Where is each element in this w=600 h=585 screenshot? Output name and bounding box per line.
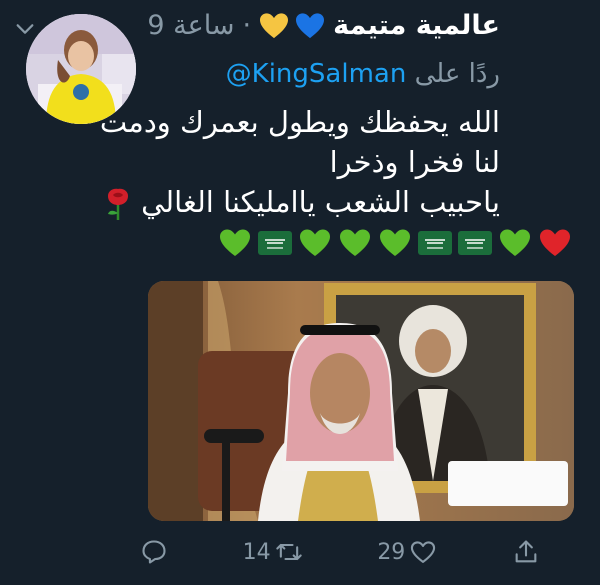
- share-icon: [515, 540, 537, 563]
- retweet-icon: [275, 543, 302, 561]
- retweet-count: 14: [242, 539, 271, 565]
- tweet[interactable]: عالمية متيمة · 9 ساعة ردًا على @KingSalm…: [0, 0, 600, 585]
- tweet-text-line: الله يحفظك ويطول بعمرك ودمت: [99, 105, 500, 139]
- rose-icon: [107, 188, 128, 220]
- yellow-heart-icon: [260, 13, 289, 39]
- blue-heart-icon: [296, 13, 325, 39]
- reply-icon: [142, 540, 166, 564]
- red-heart-icon: [538, 226, 572, 260]
- replying-to: ردًا على @KingSalman: [226, 56, 500, 92]
- tweet-text: الله يحفظك ويطول بعمرك ودمت لنا فخرا وذخ…: [60, 102, 500, 222]
- reply-handle-link[interactable]: @KingSalman: [226, 59, 407, 89]
- reply-button[interactable]: [140, 538, 168, 566]
- replying-to-label: ردًا على: [414, 59, 500, 89]
- tweet-header: عالمية متيمة · 9 ساعة: [147, 6, 500, 46]
- tweet-text-line: لنا فخرا وذخرا: [329, 145, 500, 179]
- separator-dot: ·: [242, 10, 252, 41]
- tweet-text-line-3: ياحبيب الشعب ياامليكنا الغالي: [60, 182, 500, 222]
- author-name-emojis: [259, 12, 325, 40]
- green-heart-icon: [218, 226, 252, 260]
- tweet-actions: 14 29: [140, 534, 540, 570]
- retweet-button[interactable]: 14: [243, 538, 303, 566]
- timestamp[interactable]: 9 ساعة: [147, 6, 234, 46]
- green-heart-icon: [338, 226, 372, 260]
- author-name[interactable]: عالمية متيمة: [333, 6, 500, 46]
- like-button[interactable]: 29: [377, 538, 437, 566]
- photo-image: [148, 281, 574, 521]
- tweet-photo[interactable]: [148, 281, 574, 521]
- green-heart-icon: [378, 226, 412, 260]
- like-icon: [411, 541, 436, 563]
- like-count: 29: [377, 539, 406, 565]
- emoji-row: [218, 226, 572, 260]
- tweet-text-line: ياحبيب الشعب ياامليكنا الغالي: [141, 185, 500, 219]
- share-button[interactable]: [512, 538, 540, 566]
- saudi-flag-icon: [258, 226, 292, 260]
- chevron-down-icon[interactable]: [14, 18, 36, 40]
- green-heart-icon: [298, 226, 332, 260]
- saudi-flag-icon: [458, 226, 492, 260]
- green-heart-icon: [498, 226, 532, 260]
- saudi-flag-icon: [418, 226, 452, 260]
